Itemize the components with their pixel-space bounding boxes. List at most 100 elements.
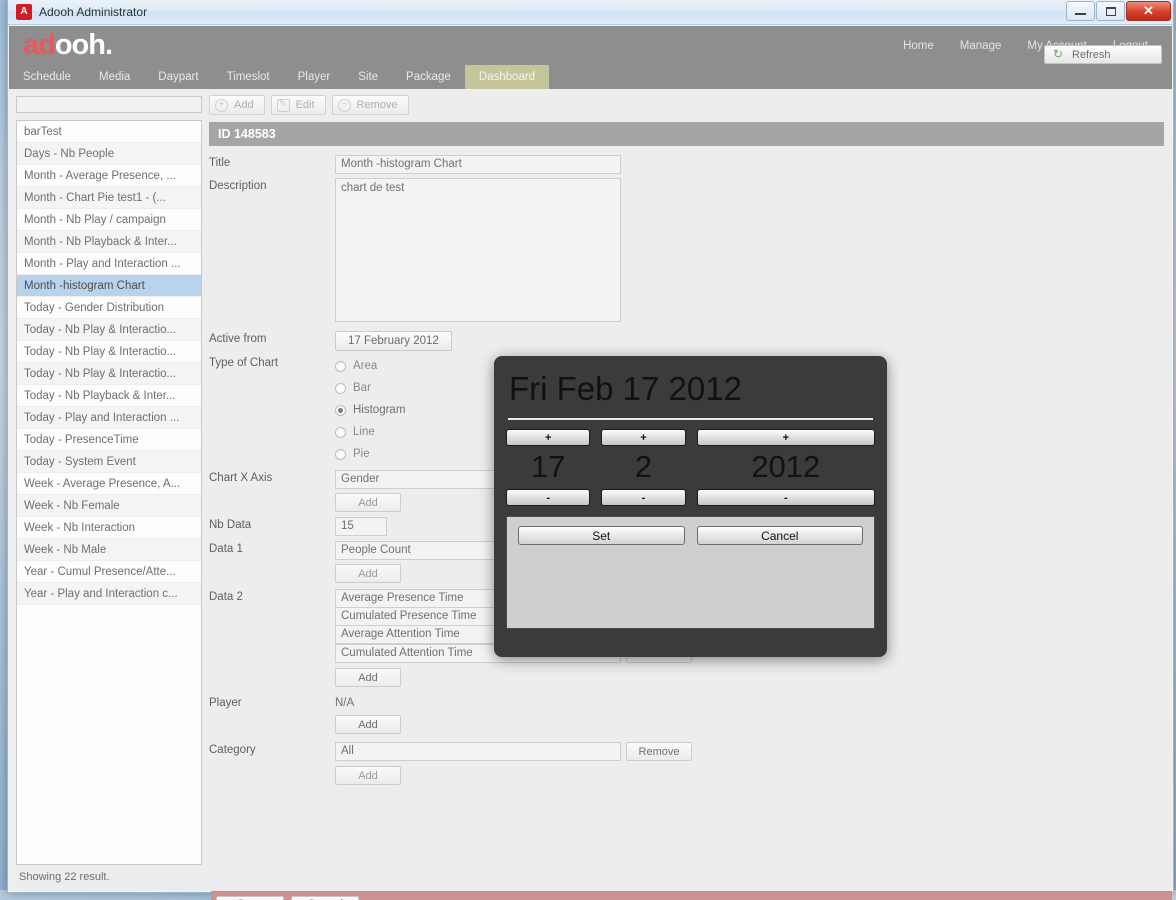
radio-label-line: Line [353,426,375,438]
date-set-button[interactable]: Set [518,526,685,545]
logo-ooh: ooh. [54,29,113,61]
list-item[interactable]: Today - Nb Play & Interactio... [17,341,201,363]
month-decrement-button[interactable]: - [601,489,686,506]
category-remove-button[interactable]: Remove [626,742,692,761]
list-item[interactable]: Week - Nb Male [17,539,201,561]
logo: adooh. [23,29,113,61]
year-decrement-button[interactable]: - [696,489,875,506]
record-toolbar: + Add ✎ Edit − Remove [209,95,1164,115]
refresh-wrapper: ↻ Refresh [1044,45,1162,64]
day-decrement-button[interactable]: - [506,489,591,506]
maximize-button[interactable] [1096,1,1125,21]
list-item[interactable]: Week - Nb Interaction [17,517,201,539]
category-add-row: Add [209,766,1164,785]
list-item[interactable]: Today - Play and Interaction ... [17,407,201,429]
date-cancel-button[interactable]: Cancel [696,526,863,545]
player-add-button[interactable]: Add [335,715,401,734]
description-row: Description chart de test [209,178,1164,322]
maximize-icon [1105,6,1116,16]
divider [508,418,873,420]
list-item[interactable]: Year - Cumul Presence/Atte... [17,561,201,583]
nav-item-package[interactable]: Package [392,65,465,89]
refresh-icon: ↻ [1053,47,1064,61]
list-item[interactable]: Month - Average Presence, ... [17,165,201,187]
x-axis-label: Chart X Axis [209,472,273,484]
day-increment-button[interactable]: + [506,429,591,446]
list-item[interactable]: Today - Gender Distribution [17,297,201,319]
remove-button-label: Remove [356,99,398,111]
radio-option-bar[interactable]: Bar [335,377,405,399]
title-bar: A Adooh Administrator ✕ [8,0,1173,25]
nav-item-daypart[interactable]: Daypart [144,65,212,89]
top-link-home[interactable]: Home [903,40,934,52]
minimize-icon [1075,13,1086,15]
list-item-selected[interactable]: Month -histogram Chart [17,275,201,297]
list-item[interactable]: Month - Nb Play / campaign [17,209,201,231]
list-item[interactable]: Month - Nb Playback & Inter... [17,231,201,253]
list-item[interactable]: Year - Play and Interaction c... [17,583,201,605]
nav-item-timeslot[interactable]: Timeslot [213,65,284,89]
month-increment-button[interactable]: + [601,429,686,446]
refresh-button[interactable]: ↻ Refresh [1044,45,1162,64]
radio-icon [335,426,346,438]
list-item[interactable]: Today - System Event [17,451,201,473]
data2-label: Data 2 [209,591,243,603]
list-item[interactable]: Today - Nb Play & Interactio... [17,363,201,385]
list-item[interactable]: Today - PresenceTime [17,429,201,451]
window-title: Adooh Administrator [39,5,148,19]
list-item[interactable]: Days - Nb People [17,143,201,165]
data2-add-row: Add [209,668,1164,687]
nb-data-input[interactable]: 15 [335,517,387,536]
title-input[interactable]: Month -histogram Chart [335,155,621,174]
description-textarea[interactable]: chart de test [335,178,621,322]
nav-item-dashboard[interactable]: Dashboard [464,65,550,89]
top-link-manage[interactable]: Manage [960,40,1002,52]
player-row: Player N/A [209,695,1164,709]
list-item[interactable]: Week - Nb Female [17,495,201,517]
radio-option-line[interactable]: Line [335,421,405,443]
active-from-date-button[interactable]: 17 February 2012 [335,331,452,351]
radio-option-pie[interactable]: Pie [335,443,405,465]
cancel-button[interactable]: Cancel [291,895,359,900]
x-axis-add-button[interactable]: Add [335,493,401,512]
add-button[interactable]: + Add [209,95,265,115]
active-from-row: Active from 17 February 2012 [209,331,1164,351]
title-row: Title Month -histogram Chart [209,155,1164,174]
save-button[interactable]: Save [216,895,284,900]
close-button[interactable]: ✕ [1126,1,1171,21]
radio-option-histogram[interactable]: Histogram [335,399,405,421]
search-input[interactable] [16,96,202,113]
list-item[interactable]: barTest [17,121,201,143]
list-item[interactable]: Month - Play and Interaction ... [17,253,201,275]
year-increment-button[interactable]: + [696,429,875,446]
nav-item-player[interactable]: Player [284,65,345,89]
remove-button[interactable]: − Remove [331,95,409,115]
category-label: Category [209,744,256,756]
edit-button[interactable]: ✎ Edit [270,95,326,115]
pencil-icon: ✎ [276,98,290,112]
refresh-label: Refresh [1072,48,1111,61]
data1-label: Data 1 [209,543,243,555]
dashboard-list[interactable]: barTest Days - Nb People Month - Average… [16,120,202,865]
data1-add-button[interactable]: Add [335,564,401,583]
minimize-button[interactable] [1066,1,1095,21]
chart-type-label: Type of Chart [209,357,279,369]
radio-option-area[interactable]: Area [335,355,405,377]
data2-add-button[interactable]: Add [335,668,401,687]
nav-item-schedule[interactable]: Schedule [9,65,85,89]
list-item[interactable]: Month - Chart Pie test1 - (... [17,187,201,209]
category-add-button[interactable]: Add [335,766,401,785]
player-add-row: Add [209,715,1164,734]
list-item[interactable]: Week - Average Presence, A... [17,473,201,495]
list-item[interactable]: Today - Nb Play & Interactio... [17,319,201,341]
window-controls: ✕ [1065,1,1171,21]
list-item[interactable]: Today - Nb Playback & Inter... [17,385,201,407]
add-icon: + [215,98,228,112]
sidebar: barTest Days - Nb People Month - Average… [9,89,205,891]
nav-item-media[interactable]: Media [85,65,144,89]
category-value[interactable]: All [335,742,621,761]
application-window: A Adooh Administrator ✕ adooh. Home Mana… [7,0,1174,900]
nav-item-site[interactable]: Site [344,65,392,89]
category-value-row: All Remove [335,742,692,761]
